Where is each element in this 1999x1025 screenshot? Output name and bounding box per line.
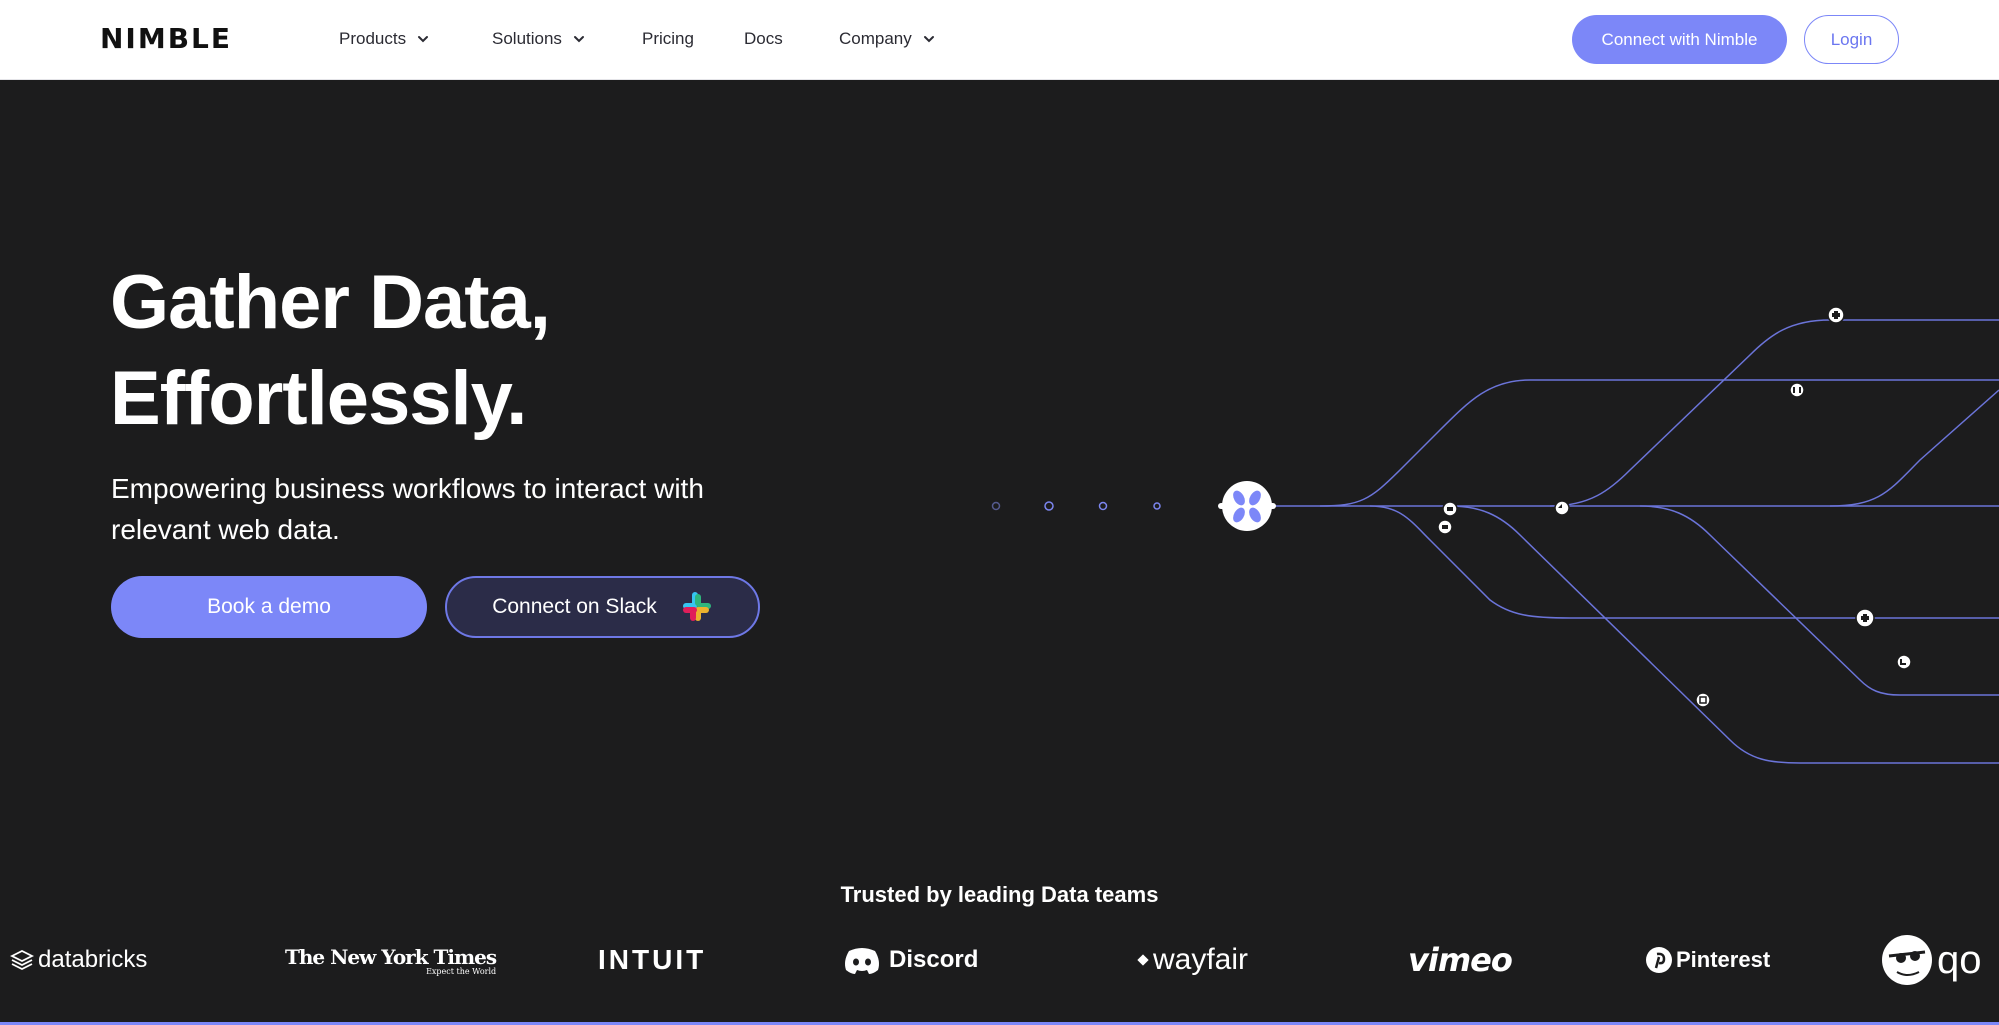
qo-logo-text: qo bbox=[1937, 937, 1982, 982]
nav-products-label: Products bbox=[339, 29, 407, 48]
chevron-down-icon bbox=[573, 36, 584, 43]
nav-solutions[interactable]: Solutions bbox=[492, 26, 586, 52]
connect-with-nimble-button[interactable]: Connect with Nimble bbox=[1572, 15, 1787, 64]
trusted-by-heading: Trusted by leading Data teams bbox=[840, 882, 1159, 907]
wayfair-diamond-icon bbox=[1137, 954, 1149, 966]
customer-logos-row: databricks The New York Times Expect the… bbox=[0, 935, 1999, 985]
chevron-down-icon bbox=[418, 36, 429, 43]
nav-pricing[interactable]: Pricing bbox=[642, 26, 694, 52]
intuit-logo: INTUIT bbox=[598, 935, 706, 985]
wayfair-logo: wayfair bbox=[1135, 935, 1248, 985]
hero-headline: Gather Data, Effortlessly. bbox=[110, 255, 810, 447]
intuit-logo-text: INTUIT bbox=[598, 944, 707, 975]
connect-on-slack-button[interactable]: Connect on Slack bbox=[445, 576, 760, 638]
slack-icon bbox=[682, 592, 711, 621]
wayfair-logo-text: wayfair bbox=[1153, 943, 1249, 976]
pinterest-logo-text: Pinterest bbox=[1676, 947, 1771, 972]
nav-company[interactable]: Company bbox=[839, 26, 936, 52]
nimble-logo-mark: NIMBLE bbox=[100, 22, 232, 52]
data-network-illustration bbox=[940, 306, 1999, 764]
nav-solutions-label: Solutions bbox=[492, 29, 562, 48]
databricks-logo: databricks bbox=[10, 935, 147, 985]
pinterest-logo: Pinterest bbox=[1645, 935, 1770, 985]
book-demo-button[interactable]: Book a demo bbox=[111, 576, 427, 638]
hero-subtitle: Empowering business workflows to interac… bbox=[111, 473, 704, 545]
databricks-icon bbox=[10, 949, 34, 971]
hero-headline-line1: Gather Data, bbox=[110, 260, 551, 345]
nav-docs-label: Docs bbox=[744, 29, 783, 48]
chevron-down-icon bbox=[923, 36, 934, 43]
nimble-logo[interactable]: NIMBLE bbox=[100, 21, 236, 53]
nav-docs[interactable]: Docs bbox=[744, 26, 783, 52]
nyt-logo-text: The New York Times bbox=[285, 944, 497, 969]
top-navbar: NIMBLE Products Solutions Pricing Docs C… bbox=[0, 0, 1999, 80]
connect-on-slack-label: Connect on Slack bbox=[492, 595, 657, 618]
databricks-logo-text: databricks bbox=[38, 946, 148, 973]
vimeo-logo: vimeo bbox=[1408, 935, 1513, 985]
login-button[interactable]: Login bbox=[1804, 15, 1899, 64]
logo-text: NIMBLE bbox=[100, 22, 232, 52]
hero-headline-line2: Effortlessly. bbox=[110, 356, 527, 441]
nav-products[interactable]: Products bbox=[339, 26, 430, 52]
discord-icon bbox=[845, 948, 879, 974]
nav-company-label: Company bbox=[839, 29, 912, 48]
nav-pricing-label: Pricing bbox=[642, 29, 694, 48]
pinterest-icon bbox=[1646, 947, 1672, 973]
qo-logo: qo bbox=[1879, 935, 1982, 985]
discord-logo-text: Discord bbox=[889, 946, 979, 973]
hero-section: Gather Data, Effortlessly. Empowering bu… bbox=[0, 80, 1999, 1025]
discord-logo: Discord bbox=[843, 935, 978, 985]
nyt-logo: The New York Times Expect the World bbox=[285, 935, 497, 985]
nyt-tagline: Expect the World bbox=[426, 966, 497, 976]
vimeo-logo-text: vimeo bbox=[1408, 941, 1513, 979]
qo-mascot-icon bbox=[1882, 935, 1932, 985]
